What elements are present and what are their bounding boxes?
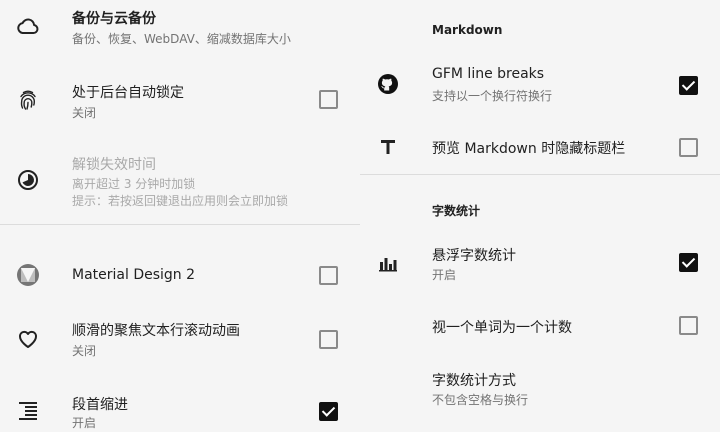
smooth-scroll-title: 顺滑的聚焦文本行滚动动画 (72, 323, 240, 339)
timer-icon (16, 168, 40, 192)
auto-lock-summary: 关闭 (72, 106, 97, 120)
paragraph-indent-title: 段首缩进 (72, 397, 128, 413)
bar-chart-icon (376, 251, 400, 275)
gfm-line-breaks-title: GFM line breaks (432, 66, 545, 82)
settings-panel-left: 备份与云备份 备份、恢复、WebDAV、缩减数据库大小 处于后台自动锁定 关闭 … (0, 0, 360, 432)
hide-title-bar-title: 预览 Markdown 时隐藏标题栏 (432, 141, 626, 157)
smooth-scroll-setting[interactable]: 顺滑的聚焦文本行滚动动画 关闭 (0, 312, 360, 368)
fingerprint-icon (16, 88, 40, 112)
backup-summary: 备份、恢复、WebDAV、缩减数据库大小 (72, 32, 291, 46)
auto-lock-checkbox[interactable] (319, 90, 338, 109)
cloud-icon (16, 14, 40, 38)
word-count-method-title: 字数统计方式 (432, 373, 516, 389)
markdown-category-header: Markdown (432, 23, 503, 37)
floating-word-count-summary: 开启 (432, 268, 457, 282)
smooth-scroll-summary: 关闭 (72, 344, 97, 358)
hide-title-bar-checkbox[interactable] (679, 138, 698, 157)
unlock-timeout-title: 解锁失效时间 (72, 157, 156, 173)
word-as-one-count-checkbox[interactable] (679, 316, 698, 335)
floating-word-count-title: 悬浮字数统计 (432, 248, 516, 264)
gfm-line-breaks-setting[interactable]: GFM line breaks 支持以一个换行符换行 (360, 56, 720, 116)
hide-title-bar-setting[interactable]: 预览 Markdown 时隐藏标题栏 (360, 124, 720, 170)
backup-title: 备份与云备份 (72, 11, 156, 27)
gfm-line-breaks-checkbox[interactable] (679, 76, 698, 95)
section-divider (360, 174, 720, 175)
indent-icon (16, 398, 40, 422)
paragraph-indent-checkbox[interactable] (319, 402, 338, 421)
material-design-setting[interactable]: Material Design 2 (0, 248, 360, 302)
smooth-scroll-checkbox[interactable] (319, 330, 338, 349)
auto-lock-title: 处于后台自动锁定 (72, 85, 184, 101)
paragraph-indent-summary: 开启 (72, 416, 97, 430)
backup-setting[interactable]: 备份与云备份 备份、恢复、WebDAV、缩减数据库大小 (0, 0, 360, 60)
auto-lock-setting[interactable]: 处于后台自动锁定 关闭 (0, 70, 360, 130)
github-icon (376, 72, 400, 96)
word-count-method-summary: 不包含空格与换行 (432, 393, 529, 407)
gfm-line-breaks-summary: 支持以一个换行符换行 (432, 89, 553, 103)
floating-word-count-checkbox[interactable] (679, 253, 698, 272)
paragraph-indent-setting[interactable]: 段首缩进 开启 (0, 386, 360, 432)
word-count-method-setting[interactable]: 字数统计方式 不包含空格与换行 (360, 362, 720, 418)
material-design-icon (16, 263, 40, 287)
heart-icon (16, 327, 40, 351)
word-as-one-count-title: 视一个单词为一个计数 (432, 320, 572, 336)
word-as-one-count-setting[interactable]: 视一个单词为一个计数 (360, 304, 720, 350)
material-design-checkbox[interactable] (319, 266, 338, 285)
floating-word-count-setting[interactable]: 悬浮字数统计 开启 (360, 236, 720, 292)
settings-panel-right: Markdown GFM line breaks 支持以一个换行符换行 预览 M… (360, 0, 720, 432)
word-count-category-header: 字数统计 (432, 204, 481, 218)
material-design-title: Material Design 2 (72, 267, 196, 283)
text-t-icon (376, 135, 400, 159)
unlock-timeout-summary-line1: 离开超过 3 分钟时加锁 (72, 177, 196, 191)
section-divider (0, 224, 360, 225)
unlock-timeout-summary-line2: 提示：若按返回键退出应用则会立即加锁 (72, 194, 289, 208)
unlock-timeout-setting: 解锁失效时间 离开超过 3 分钟时加锁 提示：若按返回键退出应用则会立即加锁 (0, 140, 360, 220)
